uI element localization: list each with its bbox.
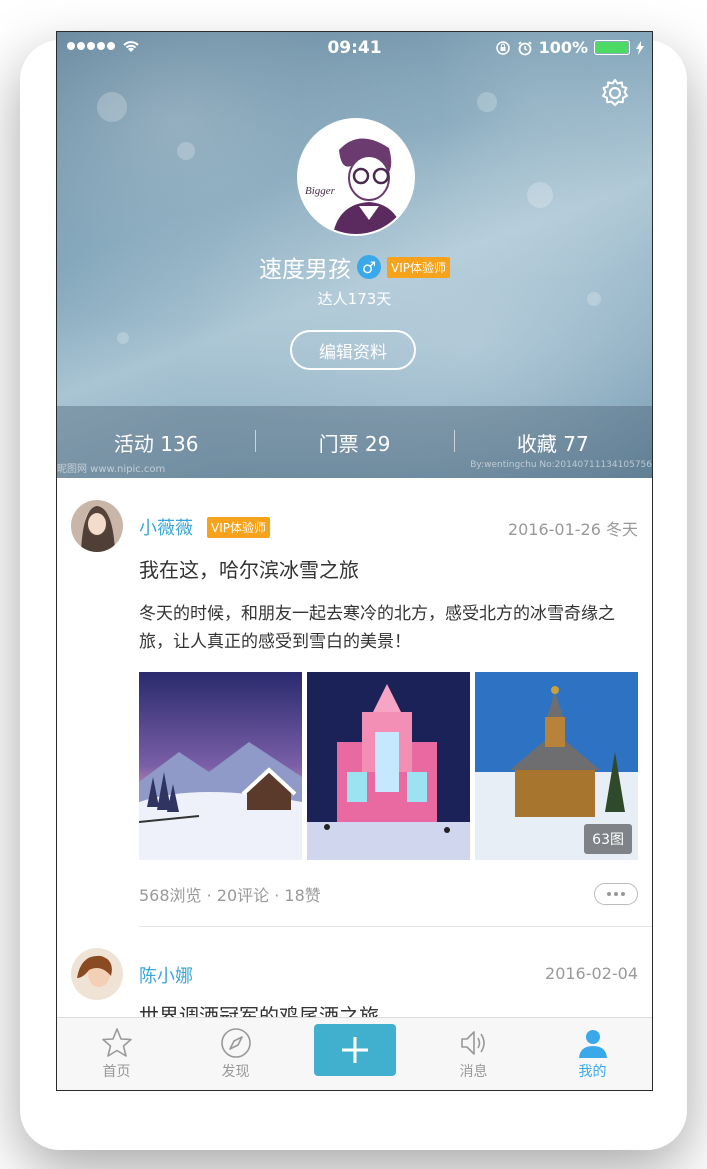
battery-icon: [594, 40, 630, 55]
post-body: 冬天的时候，和朋友一起去寒冷的北方，感受北方的冰雪奇缘之旅，让人真正的感受到雪白…: [139, 604, 615, 652]
avatar-logo-text: Bigger: [305, 185, 336, 197]
photo-ice-castle[interactable]: [307, 672, 470, 860]
add-post-button[interactable]: [313, 1024, 396, 1076]
post-stats: 568浏览 · 20评论 · 18赞: [139, 886, 321, 905]
person-icon: [578, 1030, 607, 1058]
photo-wooden-church[interactable]: 63图: [475, 672, 638, 860]
tab-label: 我的: [578, 1064, 607, 1080]
post-title[interactable]: 我在这，哈尔滨冰雪之旅: [139, 554, 359, 583]
post-photos: 63图: [139, 672, 639, 860]
alarm-icon: [517, 40, 532, 55]
edit-profile-button[interactable]: 编辑资料: [290, 330, 416, 370]
status-right: 100%: [495, 38, 644, 57]
avatar-illustration: Bigger: [299, 120, 413, 234]
expert-days: 达人173天: [317, 290, 392, 308]
post-date: 2016-01-26 冬天: [507, 520, 638, 539]
post-author-avatar[interactable]: [71, 948, 123, 1000]
post-vip-badge: VIP体验师: [207, 517, 270, 538]
username: 速度男孩: [259, 257, 351, 283]
plus-icon: [341, 1037, 368, 1063]
tab-label: 发现: [221, 1064, 250, 1080]
watermark-right: By:wentingchu No:20140711134105756: [470, 460, 652, 470]
battery-percent: 100%: [538, 38, 588, 57]
vip-badge: VIP体验师: [387, 256, 450, 278]
tab-messages[interactable]: 消息: [414, 1018, 533, 1090]
username-row: 速度男孩 ♂ VIP体验师: [57, 250, 652, 284]
male-gender-icon: ♂: [357, 255, 381, 279]
tab-publish[interactable]: [295, 1018, 414, 1090]
feed-post[interactable]: 陈小娜 2016-02-04 世界调酒冠军的鸡尾酒之旅: [57, 928, 652, 1028]
tab-home[interactable]: 首页: [57, 1018, 176, 1090]
tab-label: 消息: [459, 1064, 488, 1080]
compass-icon: [220, 1028, 251, 1058]
bokeh-light: [527, 182, 553, 208]
post-date: 2016-02-04: [545, 964, 638, 983]
post-author-name[interactable]: 陈小娜: [139, 962, 193, 988]
profile-header: 09:41 100% Bigger 速度男孩 ♂ VIP体验师 达人173天 编…: [57, 32, 652, 478]
post-author-avatar[interactable]: [71, 500, 123, 552]
tab-me[interactable]: 我的: [533, 1018, 652, 1090]
stat-tickets[interactable]: 门票 29: [255, 406, 453, 478]
charging-icon: [636, 40, 644, 55]
feed-post[interactable]: 小薇薇 VIP体验师 2016-01-26 冬天 我在这，哈尔滨冰雪之旅 冬天的…: [57, 478, 652, 928]
bokeh-light: [177, 142, 195, 160]
more-options-button[interactable]: [594, 883, 638, 905]
post-author-name[interactable]: 小薇薇: [139, 514, 193, 540]
phone-screen: 09:41 100% Bigger 速度男孩 ♂ VIP体验师 达人173天 编…: [56, 31, 653, 1091]
speaker-icon: [460, 1031, 485, 1055]
photo-snow-cabin[interactable]: [139, 672, 302, 860]
bokeh-light: [97, 92, 127, 122]
status-bar: 09:41 100%: [57, 32, 652, 62]
tab-discover[interactable]: 发现: [176, 1018, 295, 1090]
profile-avatar[interactable]: Bigger: [297, 118, 415, 236]
star-icon: [101, 1028, 132, 1057]
bokeh-light: [477, 92, 497, 112]
settings-gear-icon[interactable]: [600, 78, 630, 108]
watermark-left: 昵图网 www.nipic.com: [57, 464, 166, 475]
post-divider: [139, 926, 652, 927]
tab-label: 首页: [102, 1064, 131, 1080]
bokeh-light: [117, 332, 129, 344]
photo-count-badge[interactable]: 63图: [584, 824, 632, 854]
rotation-lock-icon: [495, 40, 510, 55]
bottom-tab-bar: 首页 发现 消息 我的: [57, 1017, 652, 1090]
